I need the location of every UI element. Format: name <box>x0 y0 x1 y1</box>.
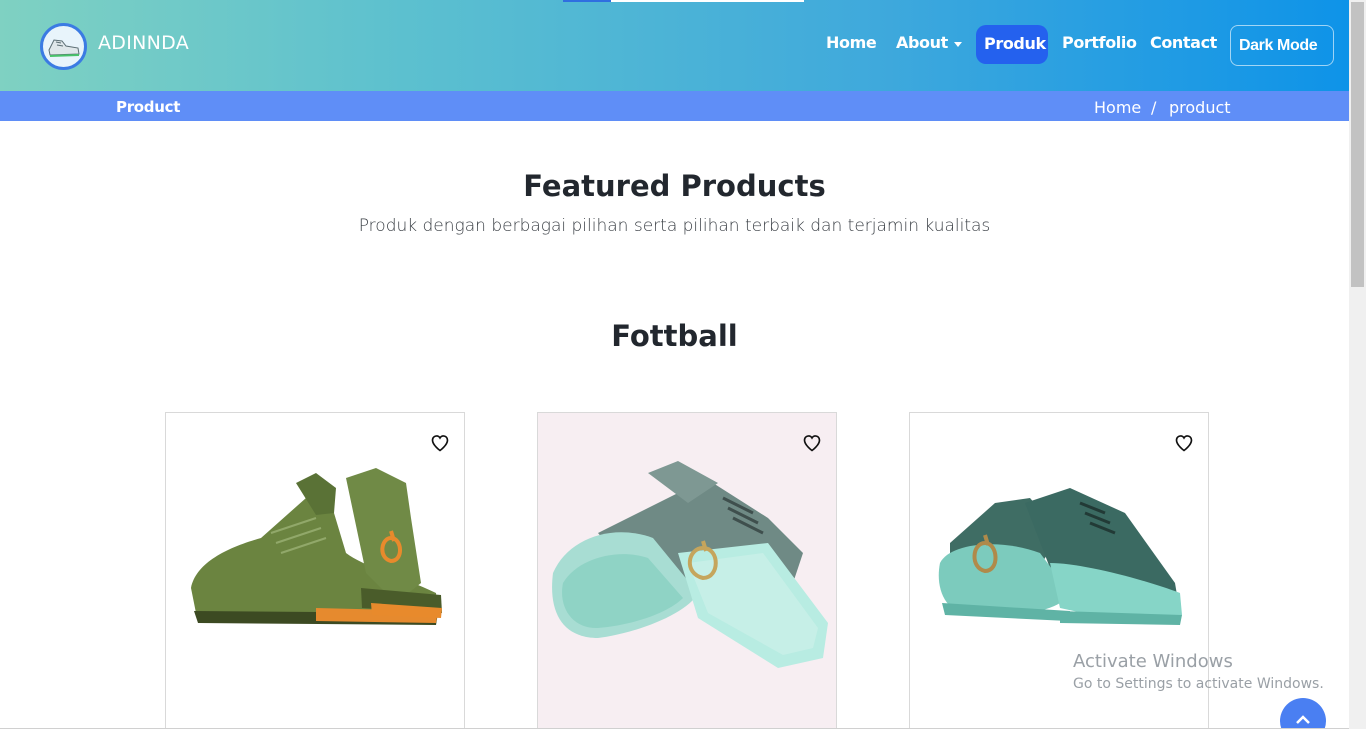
breadcrumb-current: product <box>1169 98 1231 117</box>
brand-name[interactable]: ADINNDA <box>98 32 189 54</box>
product-image <box>938 488 1182 625</box>
product-image <box>191 468 442 625</box>
breadcrumb-separator: / <box>1151 98 1157 117</box>
logo-icon[interactable] <box>40 23 87 70</box>
category-title: Fottball <box>611 319 738 353</box>
site-header: ADINNDA Home About Produk Portfolio Cont… <box>0 0 1349 91</box>
section-title: Featured Products <box>523 169 826 203</box>
nav-portfolio[interactable]: Portfolio <box>1062 33 1137 52</box>
breadcrumb-bar: Product Home / product <box>0 91 1349 121</box>
scrollbar-thumb[interactable] <box>1351 2 1364 287</box>
breadcrumb-home-link[interactable]: Home <box>1094 98 1141 117</box>
activate-windows-subtitle: Go to Settings to activate Windows. <box>1073 676 1324 692</box>
chevron-up-icon <box>1296 715 1310 724</box>
back-to-top-button[interactable] <box>1280 698 1326 729</box>
product-card[interactable] <box>165 412 465 729</box>
caret-down-icon[interactable] <box>954 42 962 47</box>
nav-produk-label: Produk <box>984 34 1046 53</box>
section-subtitle: Produk dengan berbagai pilihan serta pil… <box>358 216 991 236</box>
loading-bar-track <box>611 0 804 2</box>
activate-windows-title: Activate Windows <box>1073 651 1233 672</box>
loading-bar <box>563 0 611 2</box>
product-card[interactable] <box>537 412 837 729</box>
dark-mode-button[interactable]: Dark Mode <box>1230 25 1334 66</box>
nav-produk[interactable]: Produk <box>976 25 1048 64</box>
dark-mode-label: Dark Mode <box>1239 37 1318 54</box>
product-image <box>552 461 828 668</box>
breadcrumb-page-title: Product <box>116 98 181 116</box>
nav-contact[interactable]: Contact <box>1150 33 1217 52</box>
nav-home[interactable]: Home <box>826 33 877 52</box>
nav-about[interactable]: About <box>896 33 948 52</box>
page: ADINNDA Home About Produk Portfolio Cont… <box>0 0 1366 729</box>
